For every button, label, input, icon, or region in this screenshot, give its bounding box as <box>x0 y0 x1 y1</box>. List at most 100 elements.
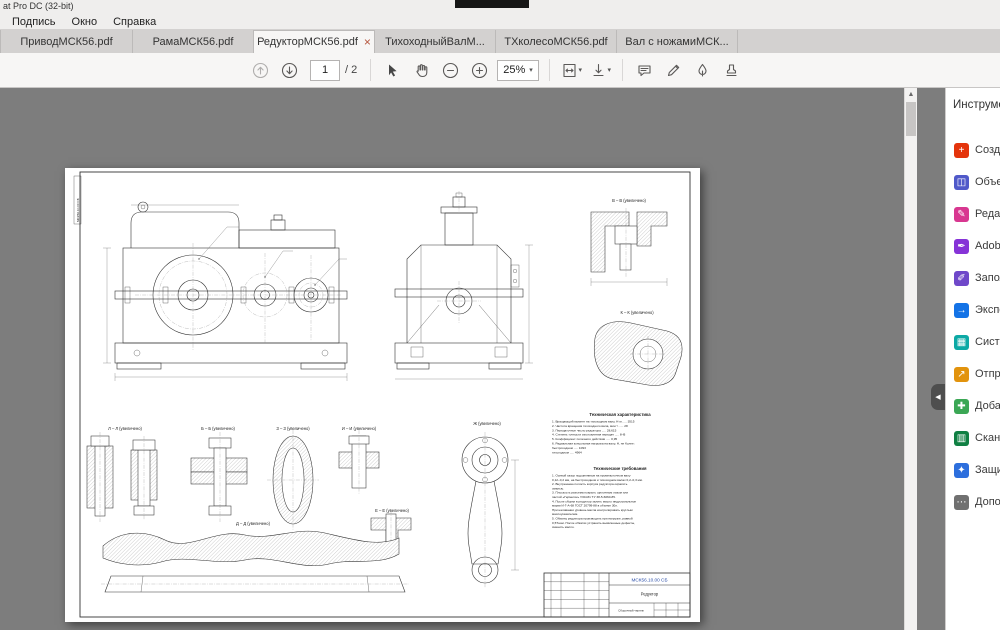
svg-text:5. Коэффициент полезного дейст: 5. Коэффициент полезного действия ..... … <box>552 437 617 441</box>
tools-panel-item-edit-pdf[interactable]: ✎ Реда... <box>946 198 1000 230</box>
front-view <box>103 202 347 381</box>
menu-bar: Подпись Окно Справка <box>0 14 1000 29</box>
zoom-level-select[interactable]: 25% ▾ <box>497 60 539 81</box>
tech-requirements: Технические требования 1. Осевой зазор п… <box>552 466 647 529</box>
page-down-icon <box>281 62 298 79</box>
tab-reduktor[interactable]: РедукторМСК56.pdf × <box>254 30 375 53</box>
combine-files-icon: ◫ <box>954 175 969 190</box>
tools-panel-item-send-review[interactable]: ↗ Отпр... <box>946 358 1000 390</box>
draw-tool-button[interactable] <box>661 57 686 83</box>
previous-page-button[interactable] <box>248 57 273 83</box>
svg-text:З – З (увеличено): З – З (увеличено) <box>276 426 310 431</box>
tech-characteristics: Техническая характеристика 1. Вращающий … <box>552 412 651 454</box>
zoom-out-icon <box>442 62 459 79</box>
comment-bubble-icon <box>636 62 653 79</box>
scroll-mode-button[interactable]: ▾ <box>588 57 613 83</box>
svg-text:2. Частота вращения тихоходног: 2. Частота вращения тихоходного вала, ми… <box>552 424 628 428</box>
tools-panel-item-adobe-sign[interactable]: ✒ Adob... <box>946 230 1000 262</box>
tools-panel-title: Инструмен... <box>953 99 1000 111</box>
svg-text:Б – Б (увеличено): Б – Б (увеличено) <box>201 426 235 431</box>
menu-help[interactable]: Справка <box>105 16 164 28</box>
detail-zz: З – З (увеличено) <box>267 426 319 530</box>
comment-tool-button[interactable] <box>632 57 657 83</box>
tool-label: Защи... <box>975 464 1000 476</box>
pen-nib-icon <box>694 62 711 79</box>
protect-icon: ✦ <box>954 463 969 478</box>
detail-dd: Д – Д (увеличено) <box>101 521 409 592</box>
hand-tool-button[interactable] <box>409 57 434 83</box>
margin-stamp-code: МСК56.10.00 СБ <box>76 198 80 222</box>
scroll-up-icon[interactable]: ▲ <box>905 88 917 101</box>
svg-text:Е – Е (увеличено): Е – Е (увеличено) <box>375 508 409 513</box>
vertical-scrollbar[interactable]: ▲ <box>904 88 917 630</box>
tab-rama[interactable]: РамаМСК56.pdf <box>133 30 254 53</box>
tool-label: Adob... <box>975 240 1000 252</box>
tab-tkoleso[interactable]: ТХколесоМСК56.pdf <box>496 30 617 53</box>
scrollbar-thumb[interactable] <box>906 102 916 136</box>
tool-label: Экспо... <box>975 304 1000 316</box>
tool-label: Допо... <box>975 496 1000 508</box>
export-pdf-icon: → <box>954 303 969 318</box>
zoom-in-icon <box>471 62 488 79</box>
tool-label: Реда... <box>975 208 1000 220</box>
tools-panel-item-protect[interactable]: ✦ Защи... <box>946 454 1000 486</box>
send-review-icon: ↗ <box>954 367 969 382</box>
svg-text:Л – Л (увеличено): Л – Л (увеличено) <box>108 426 142 431</box>
page-up-icon <box>252 62 269 79</box>
adobe-sign-icon: ✒ <box>954 239 969 254</box>
collapse-pane-button[interactable]: ◀ <box>931 384 945 410</box>
stamp-tool-button[interactable] <box>719 57 744 83</box>
tools-panel-item-export-pdf[interactable]: → Экспо... <box>946 294 1000 326</box>
scan-ocr-icon: ▥ <box>954 431 969 446</box>
document-canvas[interactable]: МСК56.10.00 СБ <box>0 88 944 630</box>
next-page-button[interactable] <box>277 57 302 83</box>
svg-text:Технические требования: Технические требования <box>593 466 647 471</box>
menu-sign[interactable]: Подпись <box>4 16 64 28</box>
chevron-down-icon: ▾ <box>529 67 533 74</box>
svg-text:3. Передаточное число редуктор: 3. Передаточное число редуктора ..... 28… <box>552 428 617 432</box>
tool-label: Объе... <box>975 176 1000 188</box>
tools-panel-item-more[interactable]: ⋯ Допо... <box>946 486 1000 518</box>
main-toolbar: / 2 25% ▾ ▾ ▾ <box>0 53 1000 88</box>
create-pdf-icon: + <box>954 143 969 158</box>
page-fit-button[interactable]: ▾ <box>559 57 584 83</box>
chevron-down-icon: ▾ <box>608 66 612 74</box>
zoom-in-button[interactable] <box>467 57 492 83</box>
tab-privod[interactable]: ПриводМСК56.pdf <box>0 30 133 53</box>
menu-window[interactable]: Окно <box>64 16 106 28</box>
tab-label: ПриводМСК56.pdf <box>20 36 112 48</box>
svg-text:Д – Д (увеличено): Д – Д (увеличено) <box>236 521 271 526</box>
page-number-input[interactable] <box>310 60 340 81</box>
tab-label: РамаМСК56.pdf <box>153 36 234 48</box>
tools-panel-item-organize-pages[interactable]: ▦ Систе... <box>946 326 1000 358</box>
hand-icon <box>413 62 430 79</box>
tab-val-s-nozhami[interactable]: Вал с ножамиМСК... <box>617 30 738 53</box>
select-tool-button[interactable] <box>380 57 405 83</box>
tab-close-icon[interactable]: × <box>364 36 371 48</box>
svg-text:6. Радиальная консольная нагру: 6. Радиальная консольная нагрузка на вал… <box>552 442 635 446</box>
title-block-doc-type: Сборочный чертеж <box>618 609 644 613</box>
svg-text:быстроходном ..... 1093: быстроходном ..... 1093 <box>552 446 586 450</box>
svg-text:В – В (увеличено): В – В (увеличено) <box>612 198 646 203</box>
tab-label: ТХколесоМСК56.pdf <box>504 36 607 48</box>
tab-tihohodny-val[interactable]: ТихоходныйВалМ... <box>375 30 496 53</box>
side-view <box>395 191 533 379</box>
title-block: МСК56.10.00 СБ Редуктор Сборочный чертеж <box>544 573 690 617</box>
document-tab-bar: ПриводМСК56.pdf РамаМСК56.pdf РедукторМС… <box>0 29 1000 53</box>
tools-panel-item-create-pdf[interactable]: + Созда... <box>946 134 1000 166</box>
zoom-out-button[interactable] <box>438 57 463 83</box>
fill-sign-icon: ✐ <box>954 271 969 286</box>
tab-label: ТихоходныйВалМ... <box>385 36 485 48</box>
tools-panel-item-fill-sign[interactable]: ✐ Запол... <box>946 262 1000 294</box>
fill-sign-tool-button[interactable] <box>690 57 715 83</box>
toolbar-separator <box>622 59 623 81</box>
tools-panel-item-scan-ocr[interactable]: ▥ Скан... <box>946 422 1000 454</box>
tools-panel-item-combine-files[interactable]: ◫ Объе... <box>946 166 1000 198</box>
svg-text:сменить масло.: сменить масло. <box>552 525 575 529</box>
tools-panel-item-add[interactable]: ✚ Доба... <box>946 390 1000 422</box>
svg-text:тихоходном ..... 4964: тихоходном ..... 4964 <box>552 450 582 454</box>
detail-kk: К – К (увеличено) <box>594 310 682 385</box>
more-tools-icon: ⋯ <box>954 495 969 510</box>
detail-zh: Ж (увеличено) <box>462 421 519 588</box>
cursor-icon <box>384 62 401 79</box>
